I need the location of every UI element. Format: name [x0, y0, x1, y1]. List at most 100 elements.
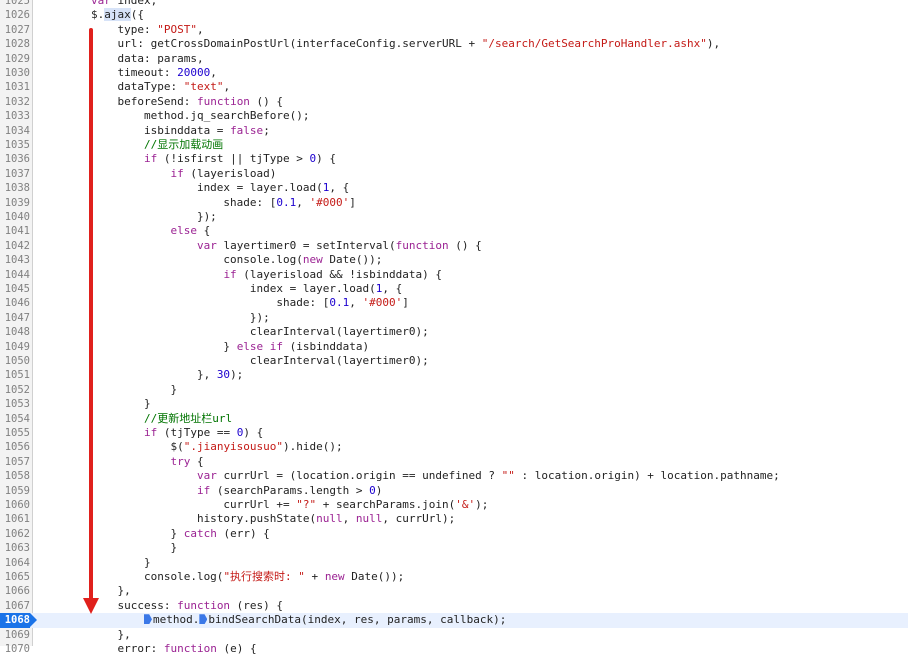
line-number[interactable]: 1033 — [0, 109, 30, 123]
code-line-1036: 1036 if (!isfirst || tjType > 0) { — [0, 152, 908, 166]
line-number[interactable]: 1038 — [0, 181, 30, 195]
code-token: ), — [706, 37, 721, 51]
line-number[interactable]: 1032 — [0, 95, 30, 109]
line-code: }); — [38, 311, 270, 325]
code-line-1029: 1029 data: params, — [0, 52, 908, 66]
line-code: }, 30); — [38, 368, 243, 382]
line-code: try { — [38, 455, 203, 469]
line-number[interactable]: 1045 — [0, 282, 30, 296]
code-line-1070: 1070 error: function (e) { — [0, 642, 908, 656]
code-token: "?" — [296, 498, 317, 511]
code-token: }, — [38, 368, 217, 382]
inline-breakpoint-icon[interactable] — [143, 614, 152, 625]
line-number[interactable]: 1031 — [0, 80, 30, 94]
line-number[interactable]: 1034 — [0, 124, 30, 138]
line-number[interactable]: 1056 — [0, 440, 30, 454]
code-token: , — [296, 195, 310, 209]
line-code: success: function (res) { — [38, 599, 283, 613]
code-token: (res) { — [230, 598, 284, 612]
line-number[interactable]: 1057 — [0, 455, 30, 469]
code-token: (!isfirst || tjType > — [157, 152, 310, 166]
line-code: currUrl += "?" + searchParams.join('&'); — [38, 498, 488, 512]
line-number[interactable]: 1063 — [0, 541, 30, 555]
line-number[interactable]: 1048 — [0, 325, 30, 339]
line-number[interactable]: 1042 — [0, 239, 30, 253]
line-number[interactable]: 1037 — [0, 167, 30, 181]
line-number[interactable]: 1060 — [0, 498, 30, 512]
line-number[interactable]: 1070 — [0, 642, 30, 656]
line-number[interactable]: 1027 — [0, 23, 30, 37]
line-number[interactable]: 1049 — [0, 340, 30, 354]
code-line-1057: 1057 try { — [0, 455, 908, 469]
code-token: var — [196, 469, 217, 483]
code-token: function — [196, 94, 250, 108]
line-code: //更新地址栏url — [38, 412, 232, 426]
line-number[interactable]: 1054 — [0, 412, 30, 426]
line-number[interactable]: 1059 — [0, 484, 30, 498]
code-token: if — [143, 152, 158, 166]
inline-breakpoint-icon[interactable] — [199, 614, 208, 625]
code-line-1027: 1027 type: "POST", — [0, 23, 908, 37]
code-token: console.log( — [38, 253, 303, 267]
line-number[interactable]: 1067 — [0, 599, 30, 613]
line-number[interactable]: 1036 — [0, 152, 30, 166]
line-number[interactable]: 1040 — [0, 210, 30, 224]
line-number[interactable]: 1052 — [0, 383, 30, 397]
line-code: clearInterval(layertimer0); — [38, 354, 429, 368]
line-number[interactable]: 1065 — [0, 570, 30, 584]
code-token: var — [90, 0, 111, 7]
code-token: , — [196, 22, 204, 36]
line-number[interactable]: 1030 — [0, 66, 30, 80]
code-token: () { — [249, 94, 284, 108]
code-token: currUrl += — [38, 498, 297, 511]
line-number[interactable]: 1068 — [0, 613, 37, 628]
line-number[interactable]: 1041 — [0, 224, 30, 238]
line-number[interactable]: 1069 — [0, 628, 30, 642]
line-code: isbinddata = false; — [38, 124, 270, 138]
line-number[interactable]: 1044 — [0, 268, 30, 282]
code-editor[interactable]: 1025 var index; 1026 $.ajax({1027 type: "… — [0, 0, 908, 655]
line-number[interactable]: 1050 — [0, 354, 30, 368]
line-number[interactable]: 1046 — [0, 296, 30, 310]
line-number[interactable]: 1058 — [0, 469, 30, 483]
line-number[interactable]: 1025 — [0, 0, 30, 8]
line-number[interactable]: 1026 — [0, 8, 30, 22]
code-token: new — [302, 253, 323, 267]
line-number[interactable]: 1029 — [0, 52, 30, 66]
line-number[interactable]: 1061 — [0, 512, 30, 526]
line-code: beforeSend: function () { — [38, 95, 283, 109]
line-number[interactable]: 1047 — [0, 311, 30, 325]
line-number[interactable]: 1062 — [0, 527, 30, 541]
line-number[interactable]: 1053 — [0, 397, 30, 411]
line-number[interactable]: 1043 — [0, 253, 30, 267]
line-code: data: params, — [38, 52, 203, 66]
line-number[interactable]: 1051 — [0, 368, 30, 382]
code-token: timeout: — [38, 66, 178, 79]
code-line-1051: 1051 }, 30); — [0, 368, 908, 382]
line-code: var currUrl = (location.origin == undefi… — [38, 469, 780, 483]
code-line-1049: 1049 } else if (isbinddata) — [0, 340, 908, 354]
line-number[interactable]: 1066 — [0, 584, 30, 598]
code-token: "/search/GetSearchProHandler.ashx" — [481, 37, 707, 51]
line-code: if (tjType == 0) { — [38, 426, 263, 440]
code-line-1069: 1069 }, — [0, 628, 908, 642]
code-token: function — [163, 642, 217, 655]
code-token: , — [223, 80, 231, 94]
code-token: if — [143, 426, 158, 439]
line-number[interactable]: 1035 — [0, 138, 30, 152]
code-token: "text" — [183, 80, 224, 94]
line-number[interactable]: 1039 — [0, 196, 30, 210]
code-token: bindSearchData(index, res, params, callb… — [208, 613, 507, 627]
code-token: } — [38, 397, 151, 411]
line-number[interactable]: 1055 — [0, 426, 30, 440]
line-number[interactable]: 1028 — [0, 37, 30, 51]
code-token: (layerisload) — [183, 166, 277, 180]
code-token: (isbinddata) — [283, 339, 370, 353]
line-number[interactable]: 1064 — [0, 556, 30, 570]
code-token: (err) { — [216, 526, 270, 540]
code-token: method.jq_searchBefore(); — [38, 109, 310, 123]
code-token: null — [355, 512, 383, 526]
code-line-1058: 1058 var currUrl = (location.origin == u… — [0, 469, 908, 483]
